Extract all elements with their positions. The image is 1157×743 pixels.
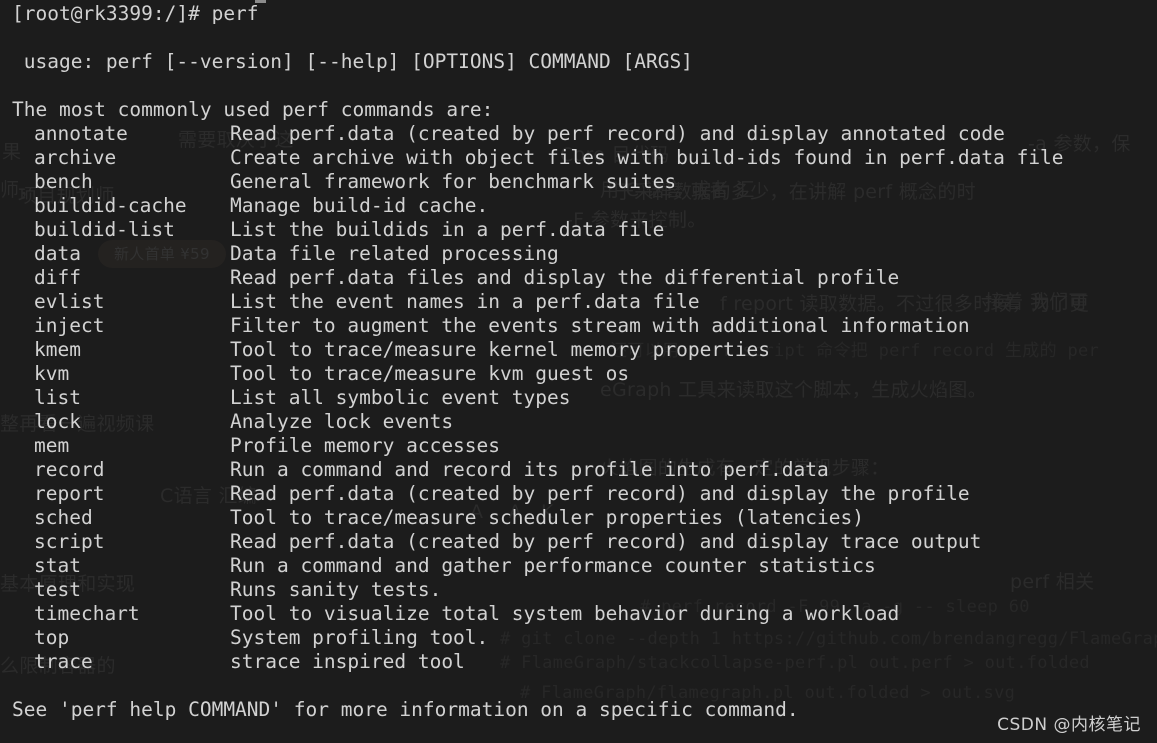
command-row: buildid-list List the buildids in a perf.… <box>0 218 1157 242</box>
command-description: Runs sanity tests. <box>230 578 442 601</box>
command-description: Analyze lock events <box>230 410 454 433</box>
perf-command-list: annotate Read perf.data (created by perf … <box>0 122 1157 674</box>
command-description: Read perf.data (created by perf record) … <box>230 482 970 505</box>
text-cursor <box>255 0 266 3</box>
command-description: Read perf.data files and display the dif… <box>230 266 900 289</box>
command-row: list List all symbolic event types <box>0 386 1157 410</box>
command-name: list <box>34 386 81 409</box>
command-row: mem Profile memory accesses <box>0 434 1157 458</box>
csdn-watermark: CSDN @内核笔记 <box>997 715 1141 735</box>
command-name: bench <box>34 170 93 193</box>
command-description: Tool to visualize total system behavior … <box>230 602 900 625</box>
command-description: Tool to trace/measure kvm guest os <box>230 362 630 385</box>
command-description: General framework for benchmark suites <box>230 170 677 193</box>
command-name: kvm <box>34 362 70 385</box>
command-name: report <box>34 482 105 505</box>
command-name: top <box>34 626 70 649</box>
command-description: List the buildids in a perf.data file <box>230 218 665 241</box>
command-row: test Runs sanity tests. <box>0 578 1157 602</box>
command-row: report Read perf.data (created by perf re… <box>0 482 1157 506</box>
command-row: record Run a command and record its profi… <box>0 458 1157 482</box>
command-name: sched <box>34 506 93 529</box>
command-name: timechart <box>34 602 140 625</box>
command-name: buildid-list <box>34 218 175 241</box>
command-row: timechart Tool to visualize total system … <box>0 602 1157 626</box>
command-row: top System profiling tool. <box>0 626 1157 650</box>
command-name: evlist <box>34 290 105 313</box>
command-row: evlist List the event names in a perf.dat… <box>0 290 1157 314</box>
command-row: buildid-cache Manage build-id cache. <box>0 194 1157 218</box>
command-description: Tool to trace/measure kernel memory prop… <box>230 338 771 361</box>
command-description: Read perf.data (created by perf record) … <box>230 530 982 553</box>
command-description: Filter to augment the events stream with… <box>230 314 970 337</box>
command-row: kmem Tool to trace/measure kernel memory … <box>0 338 1157 362</box>
command-row: stat Run a command and gather performance… <box>0 554 1157 578</box>
command-row: kvm Tool to trace/measure kvm guest os <box>0 362 1157 386</box>
command-description: System profiling tool. <box>230 626 489 649</box>
command-name: trace <box>34 650 93 673</box>
command-description: Create archive with object files with bu… <box>230 146 1064 169</box>
command-name: record <box>34 458 105 481</box>
command-row: archive Create archive with object files … <box>0 146 1157 170</box>
command-description: Manage build-id cache. <box>230 194 489 217</box>
command-description: Tool to trace/measure scheduler properti… <box>230 506 864 529</box>
command-row: data Data file related processing <box>0 242 1157 266</box>
command-description: Run a command and gather performance cou… <box>230 554 876 577</box>
command-name: buildid-cache <box>34 194 187 217</box>
command-name: diff <box>34 266 81 289</box>
terminal-window: 果师， 需要取决于这 Core 目代码 -a 参数，保 项目规划师用 C 语言 或者 汇… <box>0 0 1157 743</box>
command-name: data <box>34 242 81 265</box>
command-description: strace inspired tool <box>230 650 465 673</box>
command-name: test <box>34 578 81 601</box>
command-row: trace strace inspired tool <box>0 650 1157 674</box>
command-row: diff Read perf.data files and display the… <box>0 266 1157 290</box>
command-row: script Read perf.data (created by perf re… <box>0 530 1157 554</box>
command-name: annotate <box>34 122 128 145</box>
usage-line: usage: perf [--version] [--help] [OPTION… <box>12 50 693 73</box>
command-name: script <box>34 530 105 553</box>
shell-prompt-line: [root@rk3399:/]# perf <box>12 2 259 25</box>
commands-intro-line: The most commonly used perf commands are… <box>12 98 494 121</box>
command-description: Data file related processing <box>230 242 559 265</box>
command-row: inject Filter to augment the events strea… <box>0 314 1157 338</box>
command-description: List the event names in a perf.data file <box>230 290 700 313</box>
command-description: Read perf.data (created by perf record) … <box>230 122 1005 145</box>
command-name: lock <box>34 410 81 433</box>
command-name: archive <box>34 146 117 169</box>
command-description: Run a command and record its profile int… <box>230 458 829 481</box>
command-row: sched Tool to trace/measure scheduler pro… <box>0 506 1157 530</box>
help-footer-line: See 'perf help COMMAND' for more informa… <box>12 698 799 721</box>
command-name: kmem <box>34 338 81 361</box>
command-row: lock Analyze lock events <box>0 410 1157 434</box>
command-row: bench General framework for benchmark sui… <box>0 170 1157 194</box>
terminal-screen[interactable]: [root@rk3399:/]# perf usage: perf [--ver… <box>0 0 1157 743</box>
command-name: stat <box>34 554 81 577</box>
command-name: mem <box>34 434 70 457</box>
command-name: inject <box>34 314 105 337</box>
command-description: Profile memory accesses <box>230 434 501 457</box>
command-row: annotate Read perf.data (created by perf … <box>0 122 1157 146</box>
command-description: List all symbolic event types <box>230 386 571 409</box>
